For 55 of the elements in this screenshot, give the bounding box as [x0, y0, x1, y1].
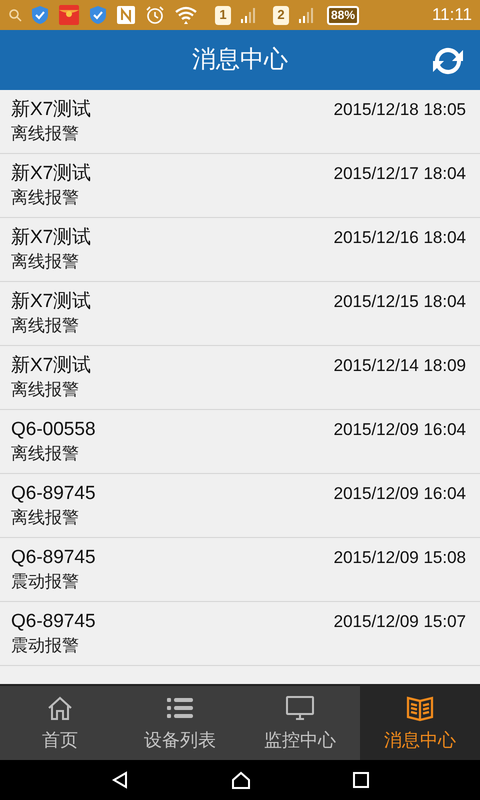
message-row[interactable]: Q6-89745 震动报警 2015/12/09 15:07	[0, 602, 480, 666]
recent-apps-icon[interactable]	[353, 772, 369, 788]
shield-icon	[31, 5, 49, 25]
message-time: 2015/12/14 18:09	[334, 355, 467, 377]
home-icon[interactable]	[231, 771, 251, 789]
message-row[interactable]: Q6-89745 震动报警 2015/12/09 15:08	[0, 538, 480, 602]
message-time: 2015/12/09 15:08	[334, 547, 467, 569]
message-time: 2015/12/18 18:05	[334, 99, 467, 121]
alarm-clock-icon	[145, 5, 165, 25]
message-row[interactable]: 新X7测试 离线报警 2015/12/14 18:09	[0, 346, 480, 410]
nav-tab[interactable]: 消息中心	[360, 686, 480, 760]
message-time: 2015/12/09 15:07	[334, 611, 467, 633]
message-time: 2015/12/15 18:04	[334, 291, 467, 313]
shield-icon	[89, 5, 107, 25]
signal-icon	[298, 7, 314, 23]
refresh-icon[interactable]	[430, 45, 466, 77]
signal-icon	[240, 7, 256, 23]
clock-time: 11:11	[432, 4, 472, 26]
device-name: Q6-00558	[11, 418, 96, 442]
device-name: 新X7测试	[11, 354, 92, 378]
message-time: 2015/12/16 18:04	[334, 227, 467, 249]
message-row[interactable]: 新X7测试 离线报警 2015/12/16 18:04	[0, 218, 480, 282]
wifi-icon	[174, 5, 198, 25]
alarm-type: 离线报警	[11, 507, 80, 529]
nfc-icon	[116, 5, 136, 25]
message-row[interactable]: Q6-89745 离线报警 2015/12/09 16:04	[0, 474, 480, 538]
battery-indicator: 88%	[327, 6, 360, 24]
alarm-type: 离线报警	[11, 443, 80, 465]
device-name: 新X7测试	[11, 98, 92, 122]
envelope-icon	[58, 4, 80, 26]
message-time: 2015/12/09 16:04	[334, 483, 467, 505]
device-name: Q6-89745	[11, 546, 96, 570]
alarm-type: 震动报警	[11, 635, 80, 657]
sim-badge: 2	[273, 6, 289, 24]
device-name: Q6-89745	[11, 482, 96, 506]
alarm-type: 离线报警	[11, 123, 80, 145]
message-row[interactable]: 新X7测试 离线报警 2015/12/18 18:05	[0, 90, 480, 154]
message-time: 2015/12/17 18:04	[334, 163, 467, 185]
message-time: 2015/12/09 16:04	[334, 419, 467, 441]
device-name: Q6-89745	[11, 610, 96, 634]
message-row[interactable]: Q6-00558 离线报警 2015/12/09 16:04	[0, 410, 480, 474]
back-icon[interactable]	[111, 771, 129, 789]
sim-badge: 1	[215, 6, 231, 24]
message-row[interactable]: 新X7测试 离线报警 2015/12/15 18:04	[0, 282, 480, 346]
device-name: 新X7测试	[11, 162, 92, 186]
message-row[interactable]: 新X7测试 离线报警 2015/12/17 18:04	[0, 154, 480, 218]
device-name: 新X7测试	[11, 226, 92, 250]
alarm-type: 离线报警	[11, 251, 80, 273]
search-icon	[8, 8, 22, 22]
page-title: 消息中心	[192, 45, 288, 75]
alarm-type: 震动报警	[11, 571, 80, 593]
alarm-type: 离线报警	[11, 379, 80, 401]
alarm-type: 离线报警	[11, 315, 80, 337]
alarm-type: 离线报警	[11, 187, 80, 209]
device-name: 新X7测试	[11, 290, 92, 314]
